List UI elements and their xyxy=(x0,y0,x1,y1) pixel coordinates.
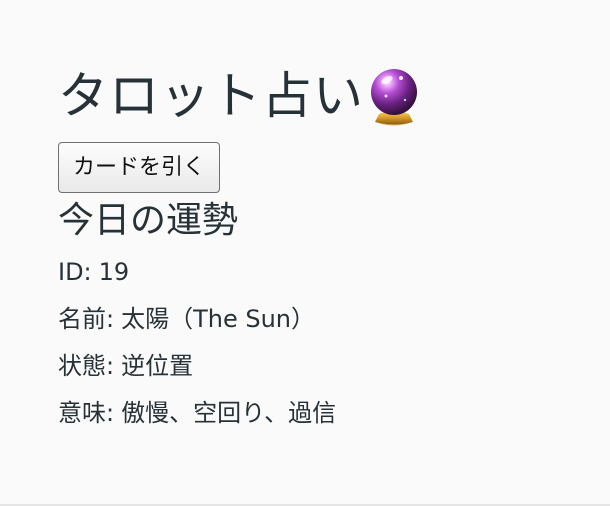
card-id-value: 19 xyxy=(98,258,130,287)
card-meaning-label: 意味: xyxy=(58,399,115,428)
crystal-ball-icon xyxy=(366,65,422,127)
card-state-label: 状態: xyxy=(58,352,115,381)
card-id-line: ID: 19 xyxy=(58,249,578,296)
card-id-label: ID: xyxy=(58,258,92,287)
card-meaning-line: 意味: 傲慢、空回り、過信 xyxy=(58,390,578,437)
draw-card-button[interactable]: カードを引く xyxy=(58,142,221,193)
card-meaning-value: 傲慢、空回り、過信 xyxy=(121,399,337,428)
fortune-heading: 今日の運勢 xyxy=(58,200,239,241)
card-name-line: 名前: 太陽（The Sun） xyxy=(58,296,578,343)
fortune-result: ID: 19 名前: 太陽（The Sun） 状態: 逆位置 意味: 傲慢、空回… xyxy=(58,249,578,437)
card-name-value: 太陽（The Sun） xyxy=(121,305,316,334)
title-row: タロット占い xyxy=(58,58,578,134)
card-state-value: 逆位置 xyxy=(121,352,194,381)
page-title: タロット占い xyxy=(58,67,364,125)
card-state-line: 状態: 逆位置 xyxy=(58,343,578,390)
tarot-app: タロット占い カードを引く 今日の運勢 ID: 19 名前: 太陽（The Su… xyxy=(58,58,578,437)
card-name-label: 名前: xyxy=(58,305,115,334)
